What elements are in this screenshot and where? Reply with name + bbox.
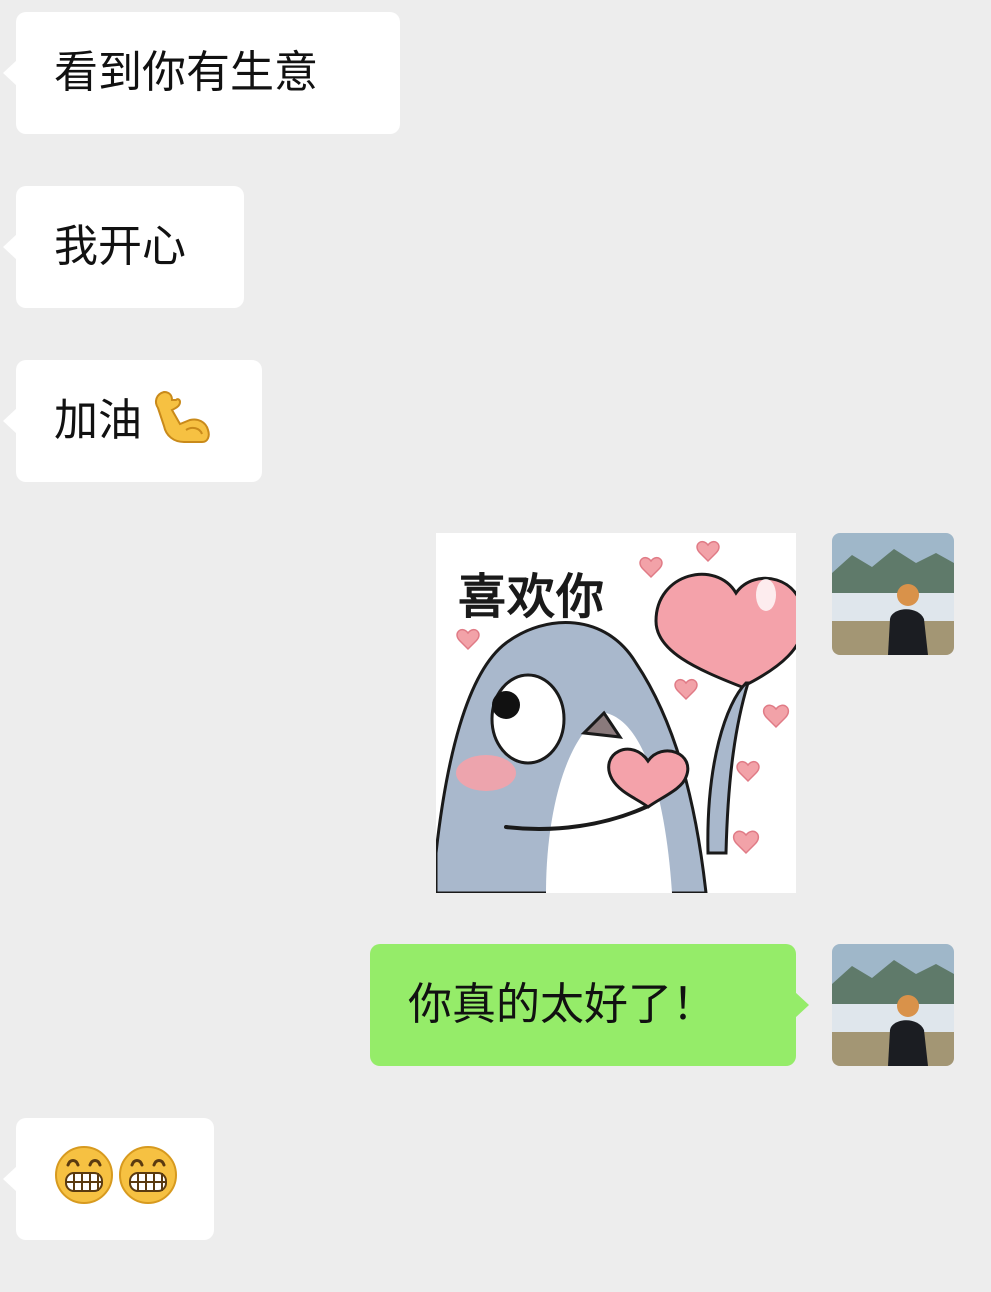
grinning-face-icon bbox=[54, 1145, 114, 1213]
message-text: 你真的太好了！ bbox=[408, 979, 716, 1030]
incoming-message-bubble[interactable] bbox=[3, 1118, 214, 1240]
incoming-message-bubble[interactable]: 我开心 bbox=[3, 186, 244, 308]
message-text: 加油 bbox=[54, 395, 142, 446]
outgoing-message-bubble[interactable]: 你真的太好了！ bbox=[370, 944, 809, 1066]
grinning-face-icon bbox=[118, 1145, 178, 1213]
message-text: 看到你有生意 bbox=[54, 47, 318, 98]
user-avatar-photo-icon bbox=[832, 533, 954, 655]
sticker-caption: 喜欢你 bbox=[458, 569, 606, 625]
avatar[interactable] bbox=[832, 944, 954, 1066]
user-avatar-photo-icon bbox=[832, 944, 954, 1066]
message-text: 我开心 bbox=[54, 221, 186, 272]
sticker-image[interactable]: 喜欢你 bbox=[436, 533, 796, 893]
incoming-message-bubble[interactable]: 加油 bbox=[3, 360, 262, 482]
flexed-biceps-icon bbox=[150, 386, 212, 456]
avatar[interactable] bbox=[832, 533, 954, 655]
incoming-message-bubble[interactable]: 看到你有生意 bbox=[3, 12, 400, 134]
